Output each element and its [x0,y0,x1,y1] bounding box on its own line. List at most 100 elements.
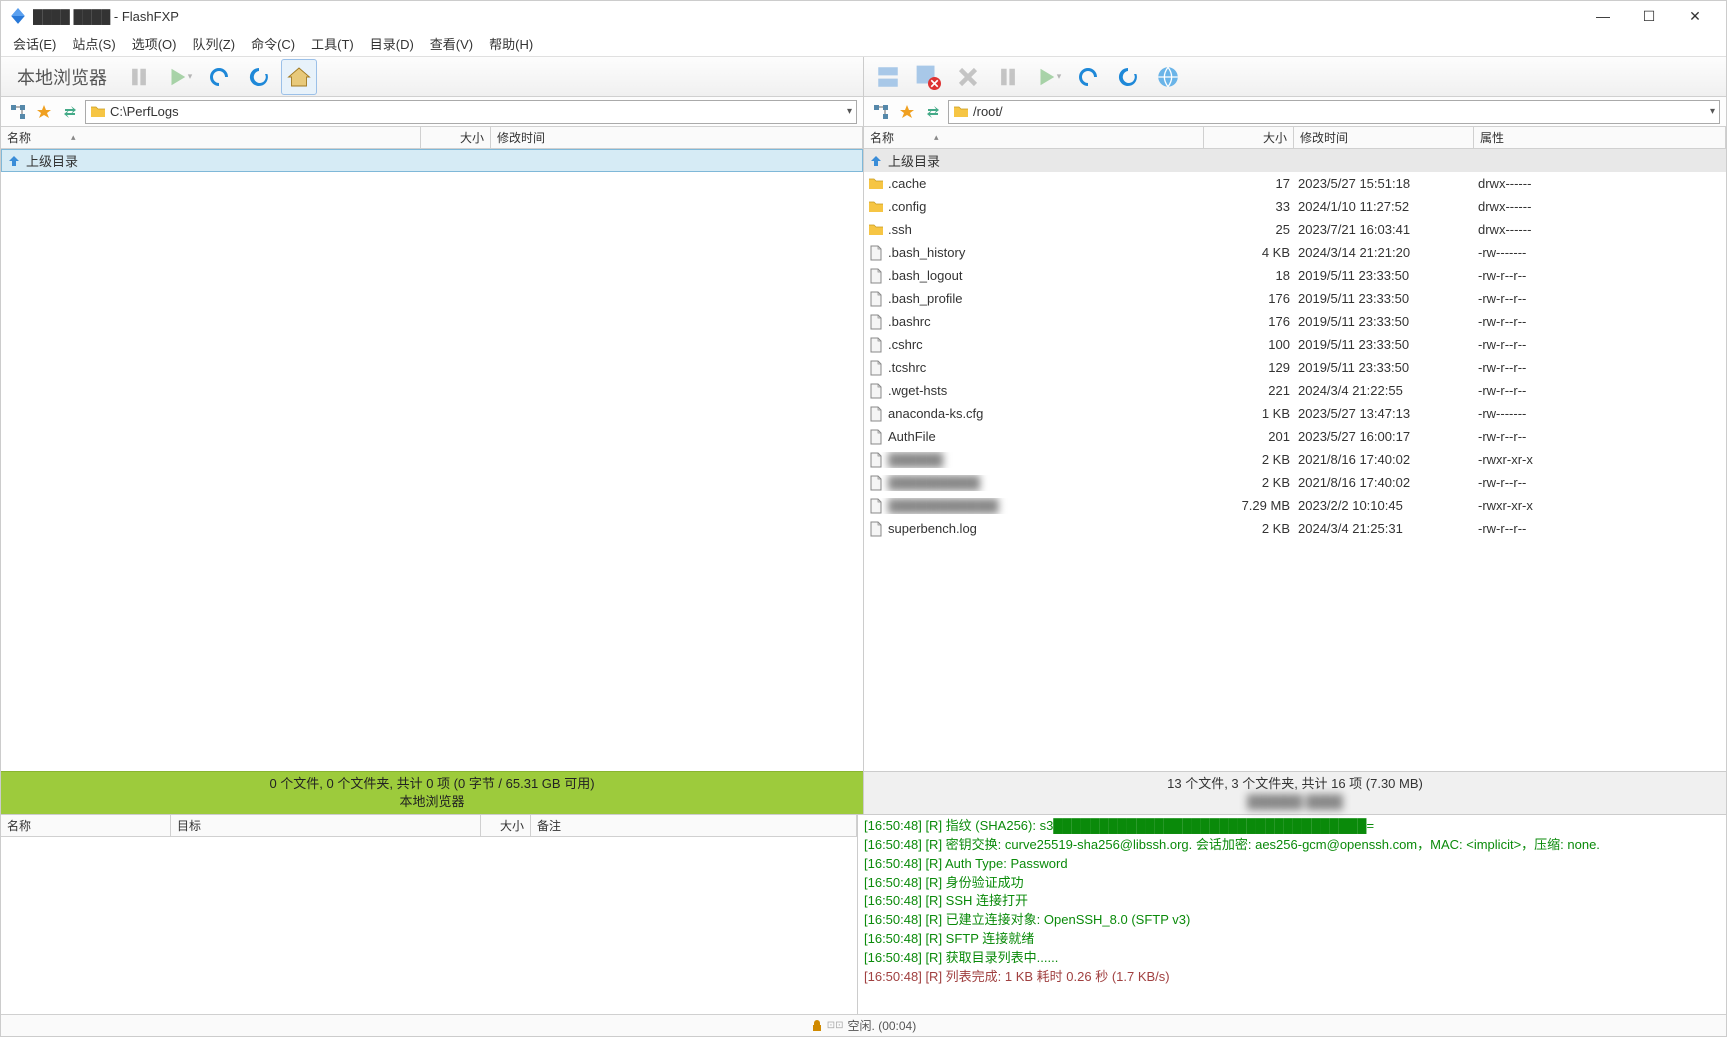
log-line: [16:50:48] [R] 密钥交换: curve25519-sha256@l… [864,836,1720,855]
local-addrbar: ▾ [1,97,863,127]
menu-目录(D)[interactable]: 目录(D) [362,32,422,55]
remote-statusbar: 13 个文件, 3 个文件夹, 共计 16 项 (7.30 MB) ██████… [864,771,1726,814]
col-mtime[interactable]: 修改时间 [1294,127,1474,148]
col-size[interactable]: 大小 [1204,127,1294,148]
transfer-icon[interactable] [922,101,944,123]
app-icon [9,7,27,25]
disconnect-button[interactable] [910,59,946,95]
log-line: [16:50:48] [R] 获取目录列表中...... [864,949,1720,968]
favorite-icon[interactable] [896,101,918,123]
file-icon [868,475,884,491]
log-line: [16:50:48] [R] 列表完成: 1 KB 耗时 0.26 秒 (1.7… [864,968,1720,987]
table-row[interactable]: .cache172023/5/27 15:51:18drwx------ [864,172,1726,195]
menu-命令(C)[interactable]: 命令(C) [243,32,303,55]
col-size[interactable]: 大小 [481,815,531,836]
log-line: [16:50:48] [R] SSH 连接打开 [864,892,1720,911]
col-size[interactable]: 大小 [421,127,491,148]
table-row[interactable]: .bash_profile1762019/5/11 23:33:50-rw-r-… [864,287,1726,310]
file-icon [868,429,884,445]
table-row[interactable]: AuthFile2012023/5/27 16:00:17-rw-r--r-- [864,425,1726,448]
reload-button[interactable] [201,59,237,95]
table-row[interactable]: .cshrc1002019/5/11 23:33:50-rw-r--r-- [864,333,1726,356]
col-attr[interactable]: 属性 [1474,127,1726,148]
parent-dir-row[interactable]: 上级目录 [864,149,1726,172]
remote-path-field[interactable]: ▾ [948,100,1720,124]
refresh-button[interactable] [1110,59,1146,95]
menu-查看(V)[interactable]: 查看(V) [422,32,481,55]
local-file-list[interactable]: 上级目录 [1,149,863,771]
home-button[interactable] [281,59,317,95]
maximize-button[interactable]: ☐ [1626,1,1672,31]
local-browser-label: 本地浏览器 [7,64,117,90]
chevron-down-icon[interactable]: ▾ [843,106,852,117]
table-row[interactable]: .config332024/1/10 11:27:52drwx------ [864,195,1726,218]
col-name[interactable]: 名称 [1,127,421,148]
file-icon [868,314,884,330]
play-button[interactable]: ▾ [1030,59,1066,95]
menu-会话(E)[interactable]: 会话(E) [5,32,64,55]
table-row[interactable]: anaconda-ks.cfg1 KB2023/5/27 13:47:13-rw… [864,402,1726,425]
play-button[interactable]: ▾ [161,59,197,95]
transfer-icon[interactable] [59,101,81,123]
globe-button[interactable] [1150,59,1186,95]
up-arrow-icon [868,153,884,169]
table-row[interactable]: .bash_logout182019/5/11 23:33:50-rw-r--r… [864,264,1726,287]
favorite-icon[interactable] [33,101,55,123]
col-note[interactable]: 备注 [531,815,857,836]
tree-icon[interactable] [7,101,29,123]
chevron-down-icon[interactable]: ▾ [1706,106,1715,117]
col-mtime[interactable]: 修改时间 [491,127,863,148]
log-line: [16:50:48] [R] Auth Type: Password [864,855,1720,874]
local-statusbar: 0 个文件, 0 个文件夹, 共计 0 项 (0 字节 / 65.31 GB 可… [1,771,863,814]
table-row[interactable]: ████████████7.29 MB2023/2/2 10:10:45-rwx… [864,494,1726,517]
remote-addrbar: ▾ [864,97,1726,127]
table-row[interactable]: .bash_history4 KB2024/3/14 21:21:20-rw--… [864,241,1726,264]
menu-选项(O)[interactable]: 选项(O) [124,32,185,55]
log-line: [16:50:48] [R] 指纹 (SHA256): s3██████████… [864,817,1720,836]
col-target[interactable]: 目标 [171,815,481,836]
table-row[interactable]: .bashrc1762019/5/11 23:33:50-rw-r--r-- [864,310,1726,333]
remote-path-input[interactable] [973,104,1706,119]
remote-file-list[interactable]: 上级目录 .cache172023/5/27 15:51:18drwx-----… [864,149,1726,771]
table-row[interactable]: ██████████2 KB2021/8/16 17:40:02-rw-r--r… [864,471,1726,494]
pause-button[interactable] [990,59,1026,95]
table-row[interactable]: .wget-hsts2212024/3/4 21:22:55-rw-r--r-- [864,379,1726,402]
footer-statusbar: ⊡⊡ 空闲. (00:04) [1,1014,1726,1036]
minimize-button[interactable]: — [1580,1,1626,31]
parent-dir-row[interactable]: 上级目录 [1,149,863,172]
abort-button[interactable] [950,59,986,95]
reload-button[interactable] [1070,59,1106,95]
log-line: [16:50:48] [R] 身份验证成功 [864,874,1720,893]
lock-icon [811,1020,823,1032]
connect-button[interactable] [870,59,906,95]
folder-icon [868,222,884,238]
file-icon [868,291,884,307]
local-path-field[interactable]: ▾ [85,100,857,124]
remote-toolbar: ▾ [864,57,1726,97]
file-icon [868,406,884,422]
refresh-button[interactable] [241,59,277,95]
file-icon [868,452,884,468]
folder-icon [868,199,884,215]
menu-队列(Z)[interactable]: 队列(Z) [184,32,243,55]
table-row[interactable]: .ssh252023/7/21 16:03:41drwx------ [864,218,1726,241]
menu-帮助(H)[interactable]: 帮助(H) [481,32,541,55]
local-path-input[interactable] [110,104,843,119]
table-row[interactable]: .tcshrc1292019/5/11 23:33:50-rw-r--r-- [864,356,1726,379]
log-line: [16:50:48] [R] SFTP 连接就绪 [864,930,1720,949]
folder-icon [868,176,884,192]
pause-button[interactable] [121,59,157,95]
menu-站点(S)[interactable]: 站点(S) [64,32,123,55]
close-button[interactable]: ✕ [1672,1,1718,31]
table-row[interactable]: ██████2 KB2021/8/16 17:40:02-rwxr-xr-x [864,448,1726,471]
log-pane[interactable]: [16:50:48] [R] 指纹 (SHA256): s3██████████… [858,815,1726,1014]
queue-list[interactable] [1,837,857,1014]
col-name[interactable]: 名称 [864,127,1204,148]
menu-工具(T)[interactable]: 工具(T) [303,32,362,55]
remote-columns: 名称 大小 修改时间 属性 [864,127,1726,149]
up-arrow-icon [6,153,22,169]
col-name[interactable]: 名称 [1,815,171,836]
table-row[interactable]: superbench.log2 KB2024/3/4 21:25:31-rw-r… [864,517,1726,540]
tree-icon[interactable] [870,101,892,123]
log-line: [16:50:48] [R] 已建立连接对象: OpenSSH_8.0 (SFT… [864,911,1720,930]
